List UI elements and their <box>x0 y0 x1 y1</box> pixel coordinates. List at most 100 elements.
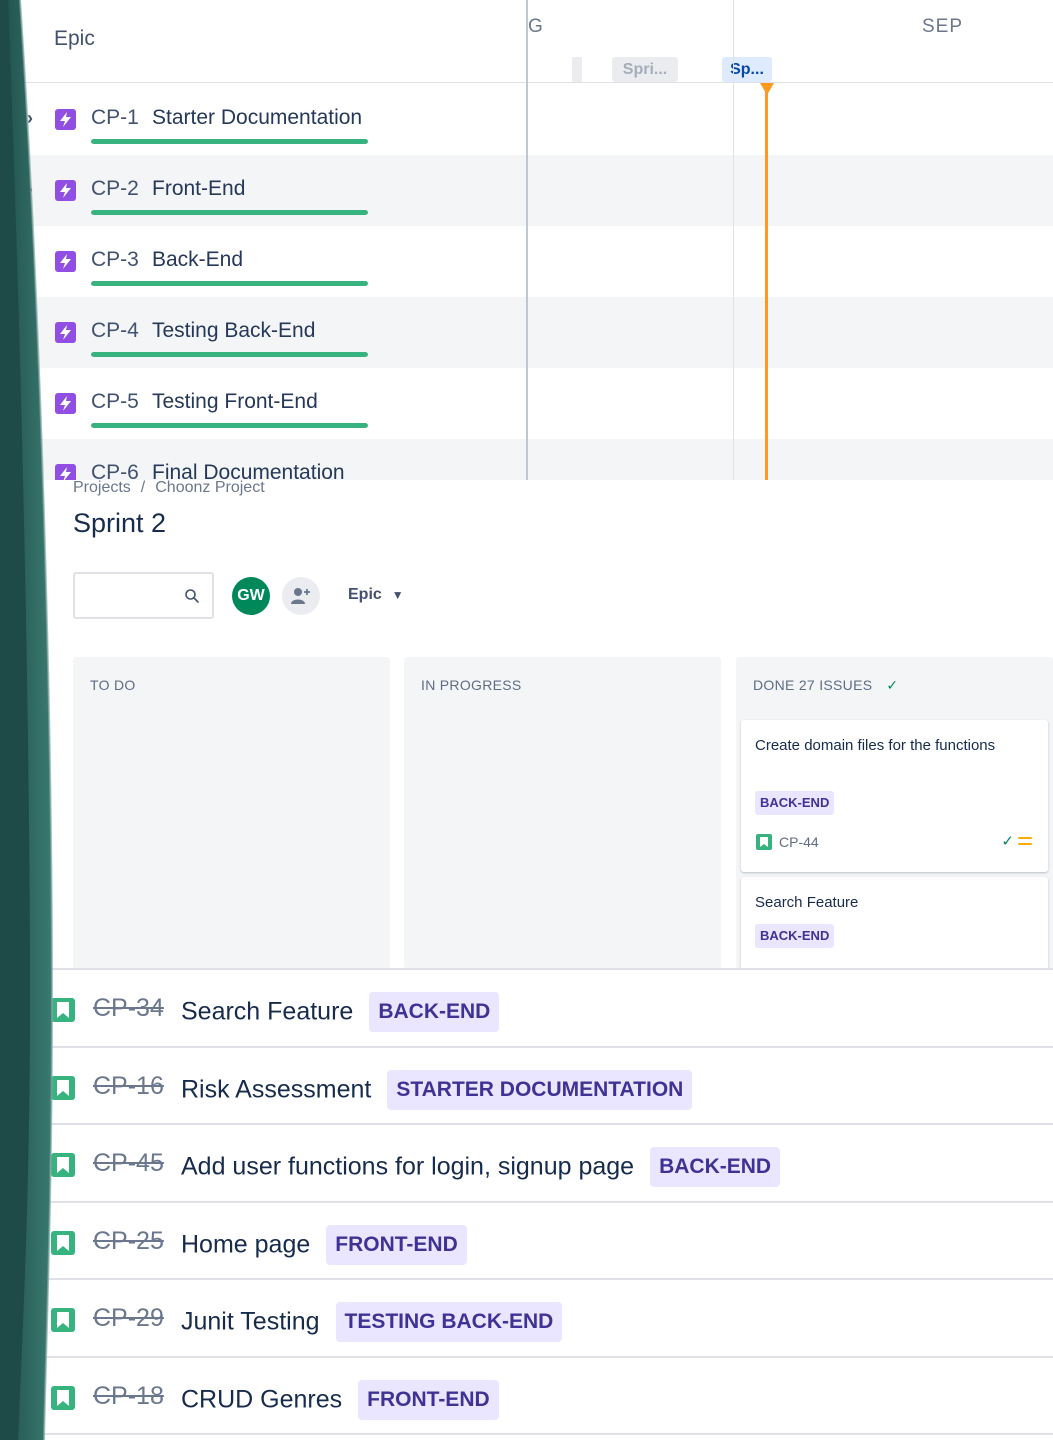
breadcrumb: Projects / Choonz Project <box>73 480 265 497</box>
sprint-bar-stub <box>572 57 582 82</box>
issue-row[interactable]: CP-29 Junit Testing TESTING BACK-END <box>20 1278 1053 1356</box>
issue-epic-lozenge: STARTER DOCUMENTATION <box>387 1069 693 1110</box>
issue-row[interactable]: CP-25 Home page FRONT-END <box>20 1200 1053 1279</box>
card-key[interactable]: CP-44 <box>779 834 819 850</box>
column-title: TO DO <box>90 677 136 693</box>
story-icon <box>51 1153 75 1177</box>
search-icon <box>185 589 199 603</box>
epic-progress-fill <box>91 281 368 286</box>
issue-summary[interactable]: CRUD Genres <box>181 1385 342 1413</box>
timeline-divider <box>526 0 528 480</box>
story-icon <box>51 1230 75 1255</box>
issue-key[interactable]: CP-29 <box>93 1304 164 1333</box>
epic-progress-bar <box>91 210 368 215</box>
epic-row-cell: CP-4 Testing Back-End <box>0 297 527 368</box>
epic-icon <box>55 180 76 201</box>
epic-icon <box>55 322 76 343</box>
board-search[interactable] <box>73 572 214 619</box>
column-todo: TO DO <box>73 657 390 968</box>
epic-key[interactable]: CP-1 <box>91 106 139 130</box>
issue-key[interactable]: CP-34 <box>93 994 164 1023</box>
epic-icon <box>55 251 76 272</box>
month-label-aug: G <box>528 16 544 37</box>
issue-card[interactable]: Search Feature BACK-END <box>741 877 1048 968</box>
epic-row-cell: CP-6 Final Documentation <box>0 439 527 480</box>
epic-key[interactable]: CP-5 <box>91 390 139 414</box>
epic-progress-bar <box>91 281 368 286</box>
story-icon <box>51 998 75 1022</box>
epic-name[interactable]: Starter Documentation <box>152 106 362 130</box>
epic-icon <box>55 109 76 130</box>
add-people-button[interactable] <box>282 577 320 615</box>
issue-epic-lozenge: TESTING BACK-END <box>335 1302 563 1342</box>
column-title: DONE 27 ISSUES ✓ <box>753 677 898 694</box>
issue-epic-lozenge: BACK-END <box>369 992 500 1032</box>
add-user-icon <box>291 588 310 604</box>
roadmap-panel: Epic G SEP Spri... Sp... › CP-1 Starter Do… <box>0 0 1053 480</box>
issue-row[interactable]: CP-34 Search Feature BACK-END <box>20 968 1053 1046</box>
epic-progress-bar <box>91 352 368 357</box>
epic-name[interactable]: Front-End <box>152 177 245 201</box>
epic-key[interactable]: CP-2 <box>91 177 139 201</box>
issue-summary[interactable]: Add user functions for login, signup pag… <box>181 1153 634 1181</box>
column-title: IN PROGRESS <box>421 677 522 693</box>
issue-summary[interactable]: Junit Testing <box>181 1308 320 1336</box>
column-done: DONE 27 ISSUES ✓ Create domain files for … <box>736 657 1053 968</box>
issue-summary[interactable]: Risk Assessment <box>181 1075 371 1103</box>
epic-name[interactable]: Testing Front-End <box>152 390 318 414</box>
story-icon <box>51 1075 75 1100</box>
row-divider <box>20 1433 1053 1435</box>
epic-filter-label: Epic <box>348 586 382 603</box>
issue-key[interactable]: CP-25 <box>93 1227 164 1256</box>
epic-name[interactable]: Back-End <box>152 248 243 272</box>
issue-row[interactable]: CP-45 Add user functions for login, signu… <box>20 1123 1053 1201</box>
epic-name[interactable]: Testing Back-End <box>152 319 315 343</box>
chevron-right-icon[interactable]: › <box>27 108 33 129</box>
month-label-sep: SEP <box>922 16 964 37</box>
card-epic-lozenge: BACK-END <box>755 791 835 815</box>
breadcrumb-separator: / <box>140 480 146 496</box>
search-input[interactable] <box>81 582 181 610</box>
issue-line: Add user functions for login, signup pag… <box>181 1147 781 1187</box>
issue-summary[interactable]: Home page <box>181 1230 310 1258</box>
issue-row[interactable]: CP-18 CRUD Genres FRONT-END <box>20 1355 1053 1434</box>
issue-summary[interactable]: Search Feature <box>181 998 353 1026</box>
epic-progress-fill <box>91 352 368 357</box>
story-icon <box>51 1385 75 1410</box>
sprint-pill-previous[interactable]: Spri... <box>612 57 678 82</box>
epic-column-header: Epic <box>54 27 95 50</box>
breadcrumb-projects[interactable]: Projects <box>73 480 131 496</box>
check-icon: ✓ <box>886 677 899 693</box>
avatar[interactable]: GW <box>232 577 270 615</box>
issue-line: Home page FRONT-END <box>181 1224 467 1265</box>
column-in-progress: IN PROGRESS <box>404 657 721 968</box>
today-line <box>765 90 768 480</box>
epic-key[interactable]: CP-3 <box>91 248 139 272</box>
page-title: Sprint 2 <box>73 508 167 538</box>
issue-row[interactable]: CP-16 Risk Assessment STARTER DOCUMENTATIO… <box>20 1045 1053 1124</box>
sprint-board: Projects / Choonz Project Sprint 2 GW Epic… <box>0 480 1053 968</box>
epic-icon <box>55 393 76 414</box>
card-summary: Create domain files for the functions <box>755 737 996 754</box>
epic-row-cell: › CP-1 Starter Documentation <box>0 84 527 155</box>
issue-card[interactable]: Create domain files for the functions BA… <box>741 720 1048 872</box>
epic-row-cell: CP-5 Testing Front-End <box>0 368 527 439</box>
epic-progress-bar <box>91 423 368 428</box>
epic-filter-dropdown[interactable]: Epic ▼ <box>348 586 404 604</box>
issue-epic-lozenge: BACK-END <box>650 1147 781 1187</box>
sprint-pill-current[interactable]: Sp... <box>722 57 772 82</box>
issue-line: Junit Testing TESTING BACK-END <box>181 1302 563 1342</box>
done-check-icon: ✓ <box>1001 833 1014 850</box>
breadcrumb-project[interactable]: Choonz Project <box>155 480 264 496</box>
completed-issues-list: CP-34 Search Feature BACK-END CP-16 Risk Ass… <box>0 968 1053 1440</box>
issue-key[interactable]: CP-16 <box>93 1072 164 1101</box>
epic-name[interactable]: Final Documentation <box>152 461 345 480</box>
issue-key[interactable]: CP-45 <box>93 1149 164 1178</box>
chevron-right-icon[interactable]: › <box>27 179 33 200</box>
issue-key[interactable]: CP-18 <box>93 1382 164 1411</box>
epic-progress-fill <box>91 139 368 144</box>
epic-key[interactable]: CP-6 <box>91 461 139 480</box>
epic-icon <box>55 464 76 480</box>
epic-key[interactable]: CP-4 <box>91 319 139 343</box>
issue-line: Risk Assessment STARTER DOCUMENTATION <box>181 1069 693 1110</box>
